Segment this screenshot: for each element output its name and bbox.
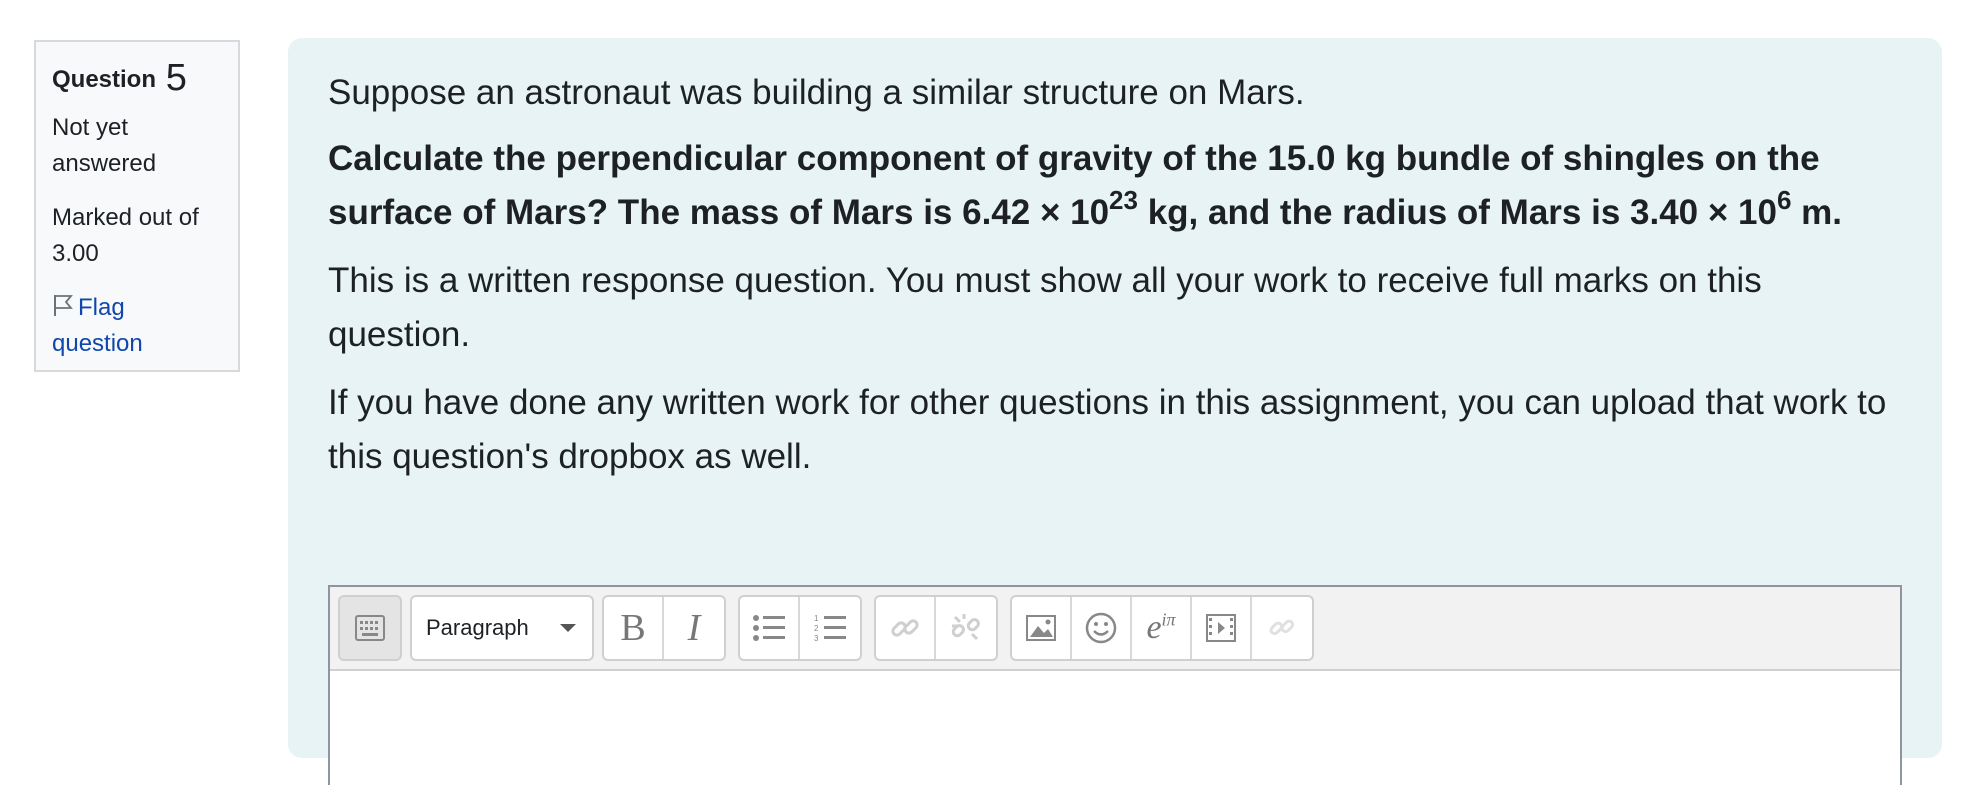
- question-instruction: This is a written response question. You…: [328, 261, 1762, 354]
- question-info-panel: Question 5 Not yet answered Marked out o…: [34, 40, 240, 372]
- bullet-list-button[interactable]: [740, 597, 800, 659]
- flag-icon: [54, 295, 73, 316]
- paragraph-select-value: Paragraph: [426, 615, 529, 640]
- question-intro: Suppose an astronaut was building a simi…: [328, 73, 1305, 112]
- question-text: Suppose an astronaut was building a simi…: [328, 66, 1908, 498]
- question-grade: Marked out of 3.00: [52, 204, 199, 267]
- image-button[interactable]: [1012, 597, 1072, 659]
- toolbar-group-format: B I: [602, 595, 726, 661]
- emoji-icon: [1085, 612, 1117, 644]
- numbered-list-button[interactable]: 123: [800, 597, 860, 659]
- toolbar-group-toggle: [338, 595, 402, 661]
- equation-glyph-sup: iπ: [1161, 609, 1176, 630]
- question-label: Question: [52, 66, 157, 93]
- toolbar-toggle-button[interactable]: [340, 597, 400, 659]
- question-prompt: Calculate the perpendicular component of…: [328, 132, 1908, 240]
- manage-files-button[interactable]: [1252, 597, 1312, 659]
- question-upload-note: If you have done any written work for ot…: [328, 383, 1887, 476]
- media-icon: [1206, 614, 1236, 642]
- editor-toolbar: Paragraph B I 123 eiπ: [330, 587, 1900, 671]
- link-button[interactable]: [876, 597, 936, 659]
- bullet-list-icon: [753, 615, 785, 641]
- unlink-icon: [951, 614, 980, 641]
- question-state: Not yet answered: [52, 114, 157, 177]
- response-editor: Paragraph B I 123 eiπ: [328, 585, 1902, 787]
- toolbar-group-links: [874, 595, 998, 661]
- prompt-exponent-2: 6: [1776, 185, 1792, 215]
- question-number-heading: Question 5: [52, 56, 222, 102]
- toolbar-group-insert: eiπ: [1010, 595, 1314, 661]
- paragraph-select[interactable]: Paragraph: [410, 595, 594, 661]
- link-icon: [891, 619, 919, 637]
- prompt-part-3: m.: [1791, 193, 1843, 232]
- svg-text:2: 2: [814, 624, 819, 633]
- question-number: 5: [165, 57, 187, 99]
- equation-glyph: e: [1146, 609, 1162, 646]
- svg-text:3: 3: [814, 634, 819, 643]
- toolbar-toggle-icon: [355, 615, 385, 641]
- numbered-list-icon: 123: [814, 614, 846, 643]
- response-text-area[interactable]: [330, 671, 1900, 787]
- italic-icon: I: [687, 607, 701, 649]
- bold-icon: B: [620, 607, 646, 649]
- emoji-button[interactable]: [1072, 597, 1132, 659]
- chevron-down-icon: [560, 624, 576, 632]
- manage-files-icon: [1269, 619, 1295, 636]
- bold-button[interactable]: B: [604, 597, 664, 659]
- italic-button[interactable]: I: [664, 597, 724, 659]
- toolbar-group-lists: 123: [738, 595, 862, 661]
- prompt-exponent-1: 23: [1109, 185, 1138, 215]
- svg-text:1: 1: [814, 614, 819, 623]
- question-content: Suppose an astronaut was building a simi…: [288, 38, 1942, 787]
- equation-icon: eiπ: [1146, 609, 1175, 647]
- media-button[interactable]: [1192, 597, 1252, 659]
- equation-button[interactable]: eiπ: [1132, 597, 1192, 659]
- unlink-button[interactable]: [936, 597, 996, 659]
- flag-question-link[interactable]: Flag question: [52, 290, 222, 362]
- image-icon: [1026, 615, 1056, 641]
- prompt-part-2: kg, and the radius of Mars is 3.40 × 10: [1137, 193, 1777, 232]
